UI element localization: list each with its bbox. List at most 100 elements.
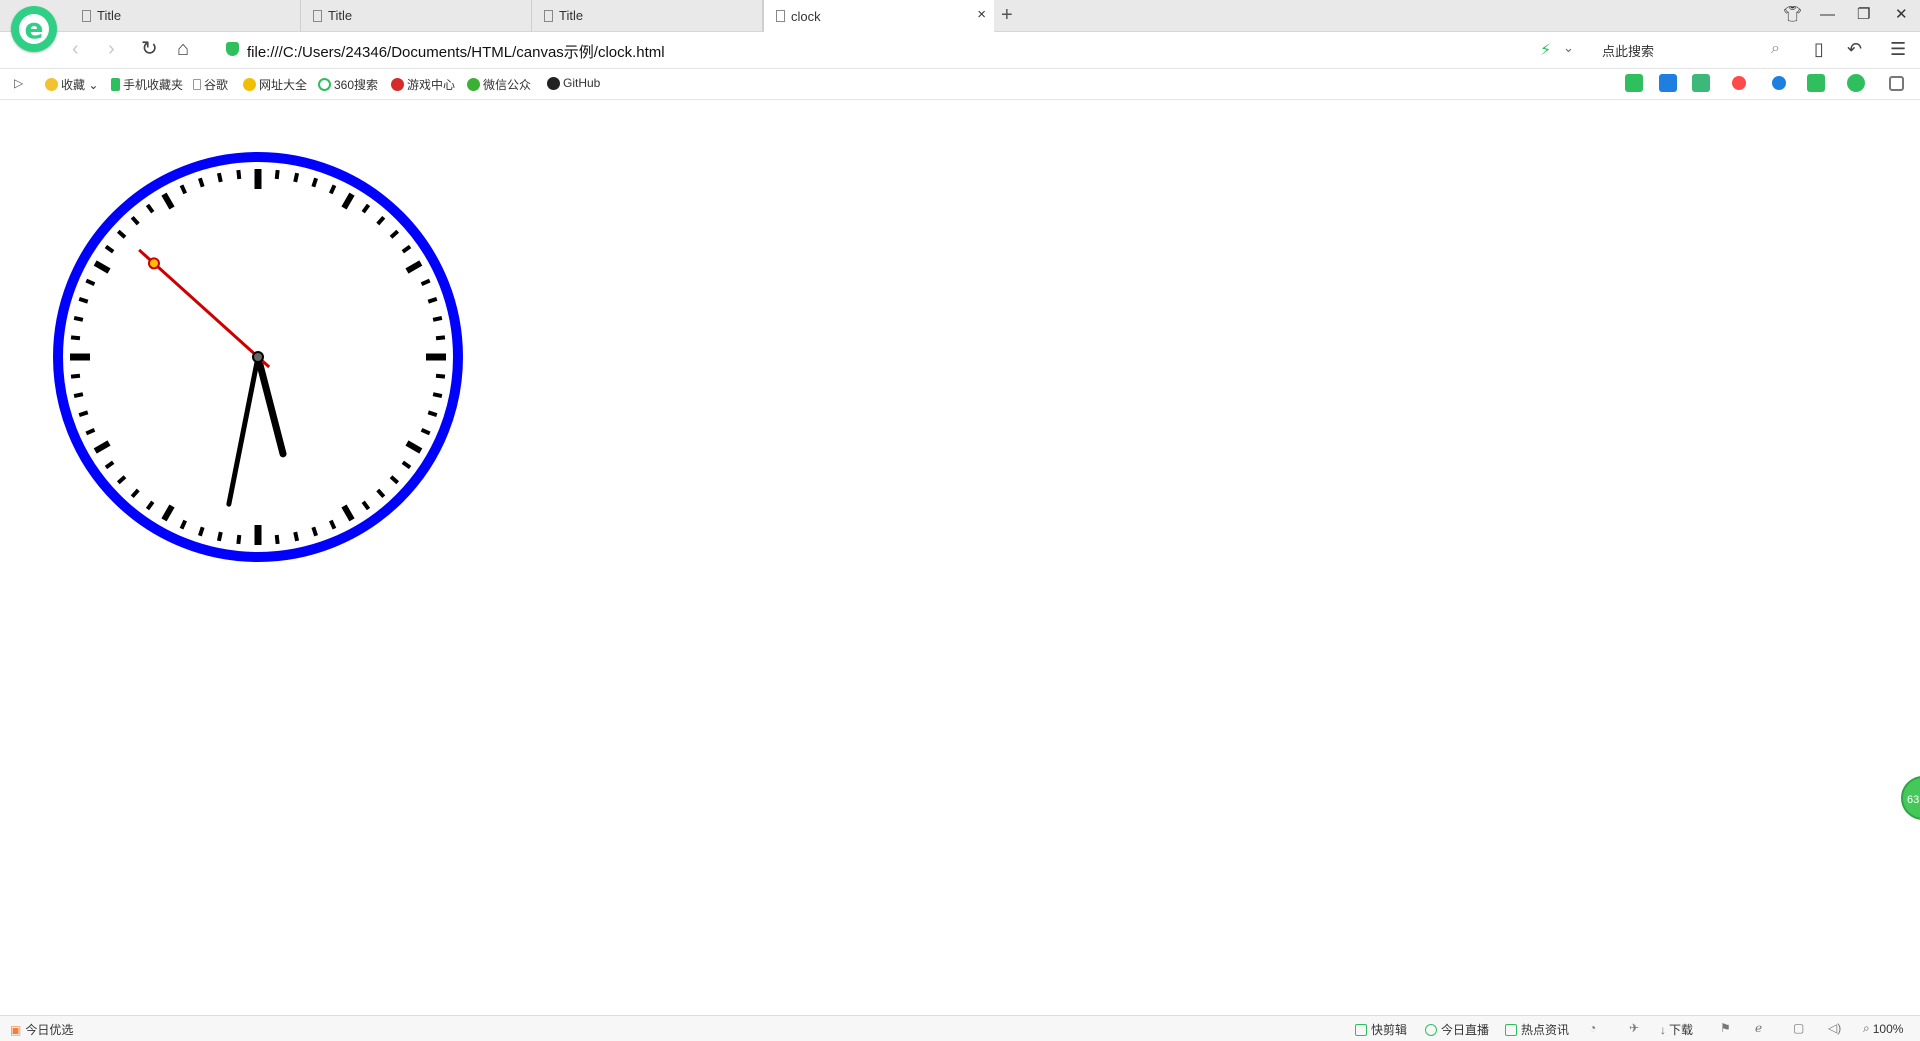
minute-tick: [432, 392, 443, 399]
lightning-icon[interactable]: ⚡: [1540, 40, 1551, 60]
bookmarks-bar: ▷ 收藏 ⌄ 手机收藏夹 谷歌 网址大全 360搜索 游戏中心 微信公众 Git…: [0, 69, 1920, 100]
bookmark-games[interactable]: 游戏中心: [391, 76, 455, 93]
tab-2[interactable]: Title: [301, 0, 532, 31]
bookmark-wechat[interactable]: 微信公众: [467, 76, 531, 93]
page-icon: [544, 9, 553, 22]
star-icon: [45, 78, 58, 91]
minute-tick: [73, 315, 84, 322]
browser-logo-icon[interactable]: e: [11, 6, 57, 52]
tab-clock[interactable]: clock ×: [763, 0, 994, 32]
search-input[interactable]: 点此搜索: [1602, 41, 1654, 60]
tab-title: Title: [328, 8, 353, 23]
minute-tick: [70, 335, 81, 341]
quick-clip[interactable]: 快剪辑: [1355, 1021, 1407, 1038]
minute-tick: [216, 172, 223, 183]
minute-tick: [78, 297, 89, 304]
ie-icon[interactable]: ℯ: [1755, 1021, 1762, 1035]
minute-tick: [274, 169, 280, 180]
minute-tick: [427, 297, 438, 304]
bookmark-label: 微信公众: [483, 78, 532, 92]
close-tab-icon[interactable]: ×: [977, 7, 986, 22]
tab-1[interactable]: Title: [70, 0, 301, 31]
grid-extension-icon[interactable]: [1889, 76, 1904, 91]
shield-extension-icon[interactable]: [1847, 74, 1865, 92]
bookmark-sites[interactable]: 网址大全: [243, 76, 307, 93]
minute-tick: [236, 169, 242, 180]
security-shield-icon[interactable]: [226, 42, 239, 56]
bookmark-360[interactable]: 360搜索: [318, 76, 378, 93]
pin-icon[interactable]: ✈: [1629, 1021, 1639, 1035]
p-extension-icon[interactable]: [1659, 74, 1677, 92]
today-pick[interactable]: ▣ 今日优选: [10, 1021, 73, 1038]
bookmark-label: 网址大全: [259, 78, 308, 92]
bookmark-label: GitHub: [563, 76, 601, 90]
magnifier-extension-icon[interactable]: [1772, 76, 1786, 90]
volume-icon[interactable]: ◁): [1828, 1021, 1841, 1035]
forward-icon[interactable]: ›: [108, 39, 115, 59]
minute-tick: [216, 531, 223, 542]
minute-tick: [311, 526, 318, 537]
gamepad-extension-icon[interactable]: [1807, 74, 1825, 92]
minute-tick: [73, 392, 84, 399]
window-icon[interactable]: ▢: [1793, 1021, 1804, 1035]
minute-tick: [236, 534, 242, 545]
home-icon[interactable]: ⌂: [177, 39, 189, 59]
tab-title: Title: [559, 8, 584, 23]
minimize-icon[interactable]: —: [1820, 6, 1835, 24]
scissors-extension-icon[interactable]: [1732, 76, 1746, 90]
minute-tick: [198, 526, 205, 537]
today-live[interactable]: 今日直播: [1425, 1021, 1489, 1038]
skin-icon[interactable]: 👕︎: [1783, 6, 1802, 24]
clip-icon: [1355, 1023, 1367, 1036]
close-window-icon[interactable]: ✕: [1895, 6, 1908, 24]
bookmark-mobile[interactable]: 手机收藏夹: [111, 76, 183, 93]
minute-tick: [435, 335, 446, 341]
bookmark-github[interactable]: GitHub: [547, 76, 600, 90]
game-icon: [391, 78, 404, 91]
bookmark-icon[interactable]: ▯: [1814, 39, 1824, 60]
address-bar[interactable]: file:///C:/Users/24346/Documents/HTML/ca…: [247, 41, 665, 62]
bookmark-google[interactable]: 谷歌: [193, 76, 228, 93]
book-extension-icon[interactable]: [1625, 74, 1643, 92]
bookmark-label: 谷歌: [204, 78, 229, 92]
status-label: 今日优选: [25, 1023, 74, 1037]
status-label: 今日直播: [1441, 1023, 1490, 1037]
status-label: 快剪辑: [1371, 1023, 1408, 1037]
logo-letter: e: [19, 14, 49, 44]
minute-tick: [427, 410, 438, 417]
speed-icon[interactable]: ◔: [1589, 1021, 1596, 1035]
page-icon: [82, 9, 91, 22]
tab-3[interactable]: Title: [532, 0, 763, 31]
new-tab-icon[interactable]: +: [1001, 5, 1013, 25]
globe-icon: [243, 78, 256, 91]
360-icon: [318, 78, 331, 91]
bookmark-favorites[interactable]: 收藏 ⌄: [45, 76, 98, 93]
bookmark-label: 游戏中心: [407, 78, 456, 92]
chevron-down-icon[interactable]: ⌄: [1563, 40, 1574, 56]
sidebar-toggle-icon[interactable]: ▷: [14, 76, 23, 90]
download-button[interactable]: ↓ 下载: [1660, 1021, 1693, 1038]
bookmark-label: 手机收藏夹: [123, 78, 184, 92]
tab-title: clock: [791, 8, 821, 24]
bookmark-label: 收藏: [61, 78, 86, 92]
page-icon: [193, 79, 201, 90]
back-icon[interactable]: ‹: [72, 39, 79, 59]
hot-news[interactable]: 热点资讯: [1505, 1021, 1569, 1038]
zoom-control[interactable]: ⌕ 100%: [1863, 1021, 1903, 1036]
translate-extension-icon[interactable]: [1692, 74, 1710, 92]
page-viewport: 63: [0, 100, 1920, 1015]
floating-badge[interactable]: 63: [1901, 776, 1920, 820]
menu-icon[interactable]: ☰: [1890, 39, 1906, 60]
undo-icon[interactable]: ↶: [1847, 39, 1862, 60]
restore-icon[interactable]: ❐: [1857, 6, 1870, 24]
tab-title: Title: [97, 8, 122, 23]
status-label: 热点资讯: [1521, 1023, 1570, 1037]
search-icon[interactable]: ⌕: [1771, 40, 1780, 58]
flag-icon[interactable]: ⚑: [1720, 1021, 1731, 1035]
minute-tick: [435, 373, 446, 379]
zoom-icon: ⌕: [1863, 1021, 1870, 1035]
reload-icon[interactable]: ↻: [141, 39, 158, 59]
status-bar: ▣ 今日优选 快剪辑 今日直播 热点资讯 ◔ ✈ ↓ 下载 ⚑ ℯ ▢ ◁) ⌕ 10…: [0, 1015, 1920, 1041]
bookmark-label: 360搜索: [334, 78, 379, 92]
second-hand-tip: [147, 257, 160, 270]
